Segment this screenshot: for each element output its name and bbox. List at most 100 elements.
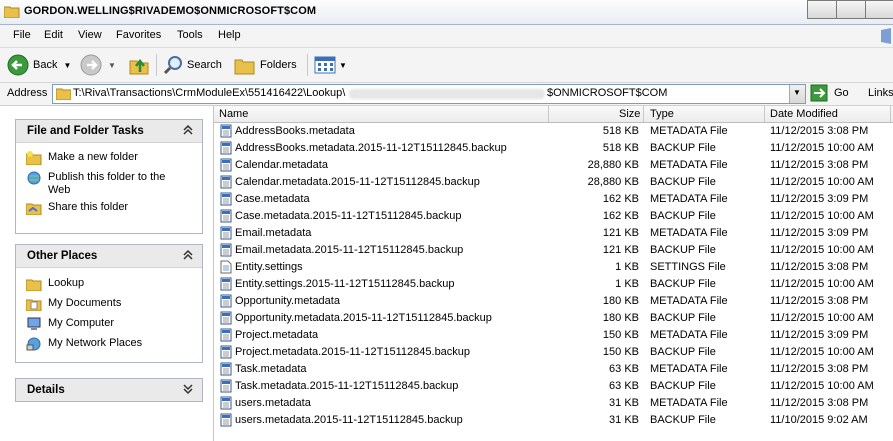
maximize-button[interactable]	[836, 0, 866, 19]
panel-header[interactable]: Other Places	[16, 245, 202, 268]
panel-header[interactable]: Details	[16, 379, 202, 401]
place-my-network-link[interactable]: My Network Places	[26, 337, 142, 351]
file-date: 11/12/2015 3:08 PM	[770, 159, 869, 171]
file-type: SETTINGS File	[650, 261, 726, 273]
table-row[interactable]: AddressBooks.metadata.2015-11-12T1511284…	[214, 140, 893, 157]
table-row[interactable]: Project.metadata 150 KB METADATA File 11/12…	[214, 327, 893, 344]
menu-help[interactable]: Help	[218, 29, 241, 41]
forward-button[interactable]: ▼	[80, 52, 116, 78]
file-date: 11/12/2015 10:00 AM	[770, 312, 874, 324]
back-dropdown-icon[interactable]: ▼	[63, 61, 71, 70]
minimize-button[interactable]	[807, 0, 837, 19]
collapse-chevron-icon[interactable]	[182, 249, 194, 261]
search-icon	[163, 56, 182, 75]
file-icon	[220, 175, 232, 189]
file-name: Opportunity.metadata	[235, 295, 340, 307]
menu-favorites[interactable]: Favorites	[116, 29, 161, 41]
place-my-documents-link[interactable]: My Documents	[26, 297, 121, 311]
go-button[interactable]: Go	[810, 84, 849, 102]
back-button[interactable]: Back ▼	[7, 52, 71, 78]
column-date-header[interactable]: Date Modified	[770, 108, 838, 120]
file-size: 518 KB	[602, 142, 639, 154]
menu-tools[interactable]: Tools	[177, 29, 203, 41]
file-type: BACKUP File	[650, 176, 716, 188]
column-size-header[interactable]: Size	[619, 108, 640, 120]
address-dropdown-button[interactable]: ▼	[789, 85, 805, 103]
views-button[interactable]: ▼	[314, 52, 347, 78]
collapse-chevron-icon[interactable]	[182, 124, 194, 136]
file-folder-tasks-panel: File and Folder Tasks Make a new folder …	[15, 119, 203, 234]
table-row[interactable]: Entity.settings.2015-11-12T15112845.back…	[214, 276, 893, 293]
file-name: Email.metadata.2015-11-12T15112845.backu…	[235, 244, 464, 256]
search-button[interactable]: Search	[163, 52, 222, 78]
file-name: users.metadata	[235, 397, 311, 409]
file-list: Name Size Type Date Modified AddressBook…	[213, 106, 893, 441]
folder-icon	[4, 6, 20, 18]
place-label: My Documents	[48, 297, 122, 309]
panel-title: Other Places	[27, 250, 98, 262]
column-type-header[interactable]: Type	[650, 108, 674, 120]
file-size: 162 KB	[602, 210, 639, 222]
menu-file[interactable]: File	[13, 29, 31, 41]
table-row[interactable]: Case.metadata 162 KB METADATA File 11/12/20…	[214, 191, 893, 208]
chevron-down-icon: ▼	[793, 88, 801, 97]
table-row[interactable]: Opportunity.metadata.2015-11-12T15112845…	[214, 310, 893, 327]
table-row[interactable]: Task.metadata.2015-11-12T15112845.backup…	[214, 378, 893, 395]
folder-icon	[56, 88, 71, 100]
up-folder-icon	[129, 58, 149, 75]
search-label: Search	[187, 59, 222, 71]
table-row[interactable]: Project.metadata.2015-11-12T15112845.bac…	[214, 344, 893, 361]
forward-dropdown-icon[interactable]: ▼	[108, 61, 116, 70]
file-name: users.metadata.2015-11-12T15112845.backu…	[235, 414, 463, 426]
table-row[interactable]: users.metadata 31 KB METADATA File 11/12/20…	[214, 395, 893, 412]
share-folder-link[interactable]: Share this folder	[26, 201, 128, 215]
publish-folder-link[interactable]: Publish this folder to the Web	[26, 171, 178, 197]
menu-view[interactable]: View	[78, 29, 102, 41]
address-input[interactable]: T:\Riva\Transactions\CrmModuleEx\5514164…	[52, 84, 806, 104]
table-row[interactable]: users.metadata.2015-11-12T15112845.backu…	[214, 412, 893, 429]
file-size: 180 KB	[602, 295, 639, 307]
up-folder-button[interactable]	[128, 52, 150, 78]
table-row[interactable]: Email.metadata 121 KB METADATA File 11/12/2…	[214, 225, 893, 242]
back-label: Back	[33, 59, 58, 71]
table-row[interactable]: AddressBooks.metadata 518 KB METADATA File…	[214, 123, 893, 140]
task-label: Share this folder	[48, 201, 129, 213]
place-label: My Computer	[48, 317, 115, 329]
file-name: Case.metadata.2015-11-12T15112845.backup	[235, 210, 462, 222]
place-my-computer-link[interactable]: My Computer	[26, 317, 114, 331]
file-icon	[220, 124, 232, 138]
file-type: METADATA File	[650, 125, 728, 137]
file-date: 11/12/2015 10:00 AM	[770, 176, 874, 188]
close-button[interactable]	[865, 0, 893, 19]
file-date: 11/10/2015 9:02 AM	[770, 414, 868, 426]
folders-button[interactable]: Folders	[234, 52, 297, 78]
table-row[interactable]: Calendar.metadata.2015-11-12T15112845.ba…	[214, 174, 893, 191]
table-row[interactable]: Entity.settings 1 KB SETTINGS File 11/12/20…	[214, 259, 893, 276]
file-size: 121 KB	[602, 227, 639, 239]
table-row[interactable]: Opportunity.metadata 180 KB METADATA File 1…	[214, 293, 893, 310]
place-lookup-link[interactable]: Lookup	[26, 277, 84, 291]
file-type: METADATA File	[650, 363, 728, 375]
file-name: Opportunity.metadata.2015-11-12T15112845…	[235, 312, 492, 324]
table-row[interactable]: Email.metadata.2015-11-12T15112845.backu…	[214, 242, 893, 259]
file-size: 518 KB	[602, 125, 639, 137]
computer-icon	[27, 317, 41, 330]
views-dropdown-icon[interactable]: ▼	[339, 61, 347, 70]
network-icon	[26, 337, 41, 351]
file-size: 1 KB	[615, 261, 639, 273]
table-row[interactable]: Task.metadata 63 KB METADATA File 11/12/201…	[214, 361, 893, 378]
links-button[interactable]: Links	[868, 87, 893, 99]
file-date: 11/12/2015 3:09 PM	[770, 193, 869, 205]
column-name-header[interactable]: Name	[219, 108, 248, 120]
table-row[interactable]: Case.metadata.2015-11-12T15112845.backup…	[214, 208, 893, 225]
make-new-folder-link[interactable]: Make a new folder	[26, 151, 138, 165]
place-label: My Network Places	[48, 337, 143, 349]
menu-edit[interactable]: Edit	[44, 29, 63, 41]
views-icon	[314, 56, 336, 74]
file-name: Task.metadata	[235, 363, 307, 375]
expand-chevron-icon[interactable]	[182, 383, 194, 395]
file-type: BACKUP File	[650, 278, 716, 290]
panel-header[interactable]: File and Folder Tasks	[16, 120, 202, 143]
table-row[interactable]: Calendar.metadata 28,880 KB METADATA File 1…	[214, 157, 893, 174]
file-icon	[220, 396, 232, 410]
